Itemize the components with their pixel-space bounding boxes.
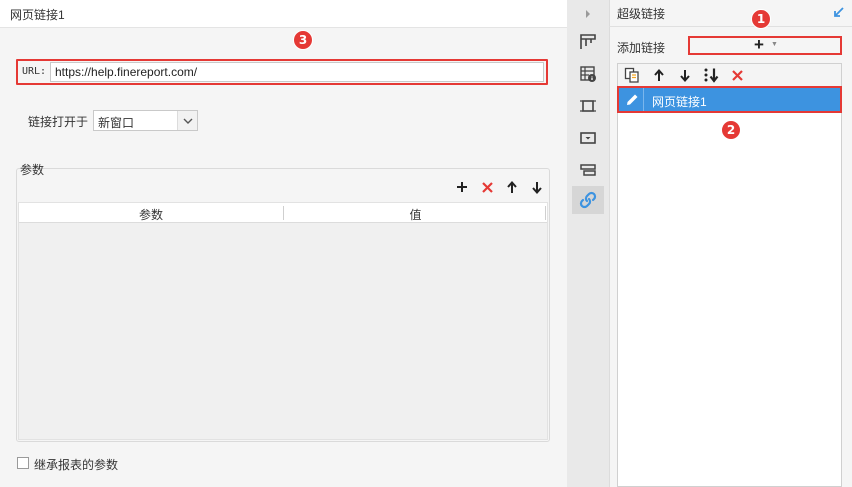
open-in-selected-value: 新窗口 (98, 116, 135, 130)
open-in-label: 链接打开于 (28, 115, 89, 129)
caret-down-icon: ▼ (771, 41, 778, 48)
cell-element-icon[interactable] (572, 60, 604, 88)
params-table-header: 参数 值 (19, 203, 547, 223)
url-input[interactable] (50, 62, 544, 82)
column-header-param[interactable]: 参数 (19, 206, 283, 223)
chevron-down-icon[interactable] (177, 111, 197, 130)
move-up-icon[interactable] (504, 179, 520, 195)
inherit-params-label: 继承报表的参数 (34, 458, 119, 472)
sort-icon[interactable] (702, 66, 720, 84)
add-link-button[interactable]: + ▼ (688, 35, 842, 55)
copy-icon[interactable] (623, 66, 641, 84)
add-link-label: 添加链接 (617, 41, 666, 55)
condition-attribute-icon[interactable] (572, 156, 604, 184)
plus-icon: + (754, 35, 764, 54)
url-label: URL: (22, 66, 47, 77)
item-divider (643, 88, 644, 111)
inherit-params-checkbox[interactable] (17, 457, 29, 469)
params-section-label: 参数 (20, 163, 45, 177)
panel-title: 超级链接 (617, 7, 666, 21)
cell-border-icon[interactable] (572, 92, 604, 120)
cell-attribute-icon[interactable] (572, 28, 604, 56)
collapse-panel-icon[interactable] (833, 6, 845, 21)
list-item-label: 网页链接1 (652, 95, 707, 109)
callout-badge-3: 3 (293, 30, 313, 50)
callout-badge-2: 2 (721, 120, 741, 140)
editor-title: 网页链接1 (10, 8, 65, 22)
delete-icon[interactable] (479, 179, 495, 195)
editor-title-bar (0, 0, 567, 28)
panel-divider (609, 26, 852, 27)
move-down-icon[interactable] (676, 66, 694, 84)
column-header-value[interactable]: 值 (284, 206, 547, 223)
widget-icon[interactable] (572, 124, 604, 152)
collapse-arrow-icon[interactable] (572, 0, 604, 28)
move-down-icon[interactable] (529, 179, 545, 195)
open-in-select[interactable]: 新窗口 (93, 110, 198, 131)
hyperlink-icon[interactable] (572, 186, 604, 214)
delete-icon[interactable] (728, 66, 746, 84)
edit-pencil-icon (622, 90, 642, 109)
list-item[interactable]: 网页链接1 (617, 86, 842, 113)
params-table[interactable]: 参数 值 (18, 202, 548, 440)
callout-badge-1: 1 (751, 9, 771, 29)
column-divider (545, 206, 546, 220)
move-up-icon[interactable] (650, 66, 668, 84)
add-icon[interactable] (454, 179, 470, 195)
